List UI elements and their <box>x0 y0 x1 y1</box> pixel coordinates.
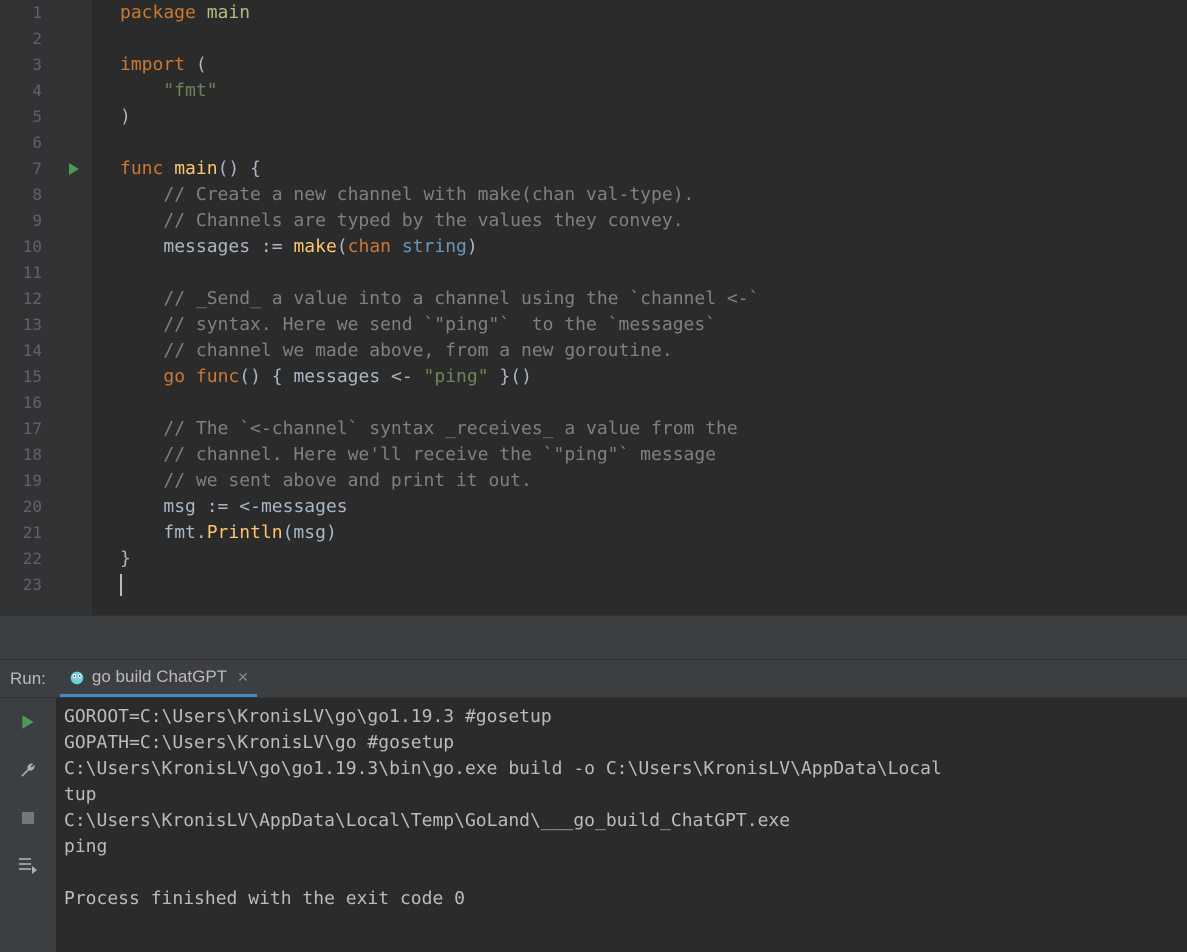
gutter-blank[interactable] <box>56 234 92 260</box>
line-number[interactable]: 13 <box>0 312 56 338</box>
code-line[interactable]: "fmt" <box>120 78 1187 104</box>
line-number[interactable]: 14 <box>0 338 56 364</box>
code-line[interactable] <box>120 260 1187 286</box>
gutter-blank[interactable] <box>56 468 92 494</box>
code-line[interactable]: package main <box>120 0 1187 26</box>
run-body: GOROOT=C:\Users\KronisLV\go\go1.19.3 #go… <box>0 698 1187 952</box>
code-line[interactable]: // Channels are typed by the values they… <box>120 208 1187 234</box>
code-line[interactable] <box>120 572 1187 598</box>
gutter-blank[interactable] <box>56 494 92 520</box>
line-number[interactable]: 12 <box>0 286 56 312</box>
code-line[interactable]: msg := <-messages <box>120 494 1187 520</box>
console-output[interactable]: GOROOT=C:\Users\KronisLV\go\go1.19.3 #go… <box>56 698 1187 952</box>
code-line[interactable]: // we sent above and print it out. <box>120 468 1187 494</box>
line-number[interactable]: 7 <box>0 156 56 182</box>
gutter-blank[interactable] <box>56 442 92 468</box>
code-line[interactable]: // Create a new channel with make(chan v… <box>120 182 1187 208</box>
code-line[interactable]: // syntax. Here we send `"ping"` to the … <box>120 312 1187 338</box>
line-number[interactable]: 1 <box>0 0 56 26</box>
line-number[interactable]: 8 <box>0 182 56 208</box>
gutter-blank[interactable] <box>56 208 92 234</box>
line-number[interactable]: 3 <box>0 52 56 78</box>
gutter-blank[interactable] <box>56 182 92 208</box>
gutter-run-icon[interactable] <box>56 156 92 182</box>
line-number[interactable]: 21 <box>0 520 56 546</box>
gutter-blank[interactable] <box>56 546 92 572</box>
gutter-blank[interactable] <box>56 338 92 364</box>
line-number[interactable]: 15 <box>0 364 56 390</box>
line-number[interactable]: 10 <box>0 234 56 260</box>
gutter-blank[interactable] <box>56 52 92 78</box>
gutter-blank[interactable] <box>56 416 92 442</box>
editor-area: 1234567891011121314151617181920212223 pa… <box>0 0 1187 615</box>
gutter-blank[interactable] <box>56 26 92 52</box>
code-line[interactable] <box>120 130 1187 156</box>
stop-button[interactable] <box>14 804 42 832</box>
code-line[interactable] <box>120 390 1187 416</box>
line-number[interactable]: 6 <box>0 130 56 156</box>
gutter-blank[interactable] <box>56 364 92 390</box>
line-number[interactable]: 19 <box>0 468 56 494</box>
caret <box>120 574 122 596</box>
run-panel: Run: go build ChatGPT ✕ <box>0 660 1187 952</box>
gutter-blank[interactable] <box>56 104 92 130</box>
gutter-icons[interactable] <box>56 0 92 615</box>
panel-separator[interactable] <box>0 615 1187 660</box>
run-button[interactable] <box>14 708 42 736</box>
code-line[interactable]: // channel. Here we'll receive the `"pin… <box>120 442 1187 468</box>
run-tab-title: go build ChatGPT <box>92 667 227 687</box>
run-toolbar <box>0 698 56 952</box>
gutter-blank[interactable] <box>56 572 92 598</box>
gutter-blank[interactable] <box>56 260 92 286</box>
line-number[interactable]: 9 <box>0 208 56 234</box>
gutter-blank[interactable] <box>56 520 92 546</box>
code-line[interactable]: messages := make(chan string) <box>120 234 1187 260</box>
code-line[interactable]: import ( <box>120 52 1187 78</box>
code-line[interactable]: func main() { <box>120 156 1187 182</box>
line-number[interactable]: 17 <box>0 416 56 442</box>
code-line[interactable]: // _Send_ a value into a channel using t… <box>120 286 1187 312</box>
code-line[interactable]: } <box>120 546 1187 572</box>
layout-icon[interactable] <box>14 852 42 880</box>
line-number[interactable]: 11 <box>0 260 56 286</box>
go-gopher-icon <box>68 668 86 686</box>
code-line[interactable]: // The `<-channel` syntax _receives_ a v… <box>120 416 1187 442</box>
line-number-gutter[interactable]: 1234567891011121314151617181920212223 <box>0 0 56 615</box>
line-number[interactable]: 16 <box>0 390 56 416</box>
code-line[interactable]: // channel we made above, from a new gor… <box>120 338 1187 364</box>
close-icon[interactable]: ✕ <box>237 669 249 686</box>
gutter-blank[interactable] <box>56 78 92 104</box>
code-line[interactable]: ) <box>120 104 1187 130</box>
line-number[interactable]: 18 <box>0 442 56 468</box>
gutter-blank[interactable] <box>56 390 92 416</box>
line-number[interactable]: 22 <box>0 546 56 572</box>
line-number[interactable]: 5 <box>0 104 56 130</box>
line-number[interactable]: 23 <box>0 572 56 598</box>
gutter-blank[interactable] <box>56 0 92 26</box>
gutter-blank[interactable] <box>56 130 92 156</box>
code-line[interactable]: fmt.Println(msg) <box>120 520 1187 546</box>
code-line[interactable]: go func() { messages <- "ping" }() <box>120 364 1187 390</box>
run-panel-header: Run: go build ChatGPT ✕ <box>0 660 1187 698</box>
gutter-blank[interactable] <box>56 286 92 312</box>
run-tab[interactable]: go build ChatGPT ✕ <box>60 660 257 697</box>
gutter-blank[interactable] <box>56 312 92 338</box>
line-number[interactable]: 4 <box>0 78 56 104</box>
code-line[interactable] <box>120 26 1187 52</box>
run-label: Run: <box>10 669 46 689</box>
line-number[interactable]: 20 <box>0 494 56 520</box>
code-editor[interactable]: package main import ( "fmt") func main() {… <box>92 0 1187 615</box>
wrench-icon[interactable] <box>14 756 42 784</box>
line-number[interactable]: 2 <box>0 26 56 52</box>
